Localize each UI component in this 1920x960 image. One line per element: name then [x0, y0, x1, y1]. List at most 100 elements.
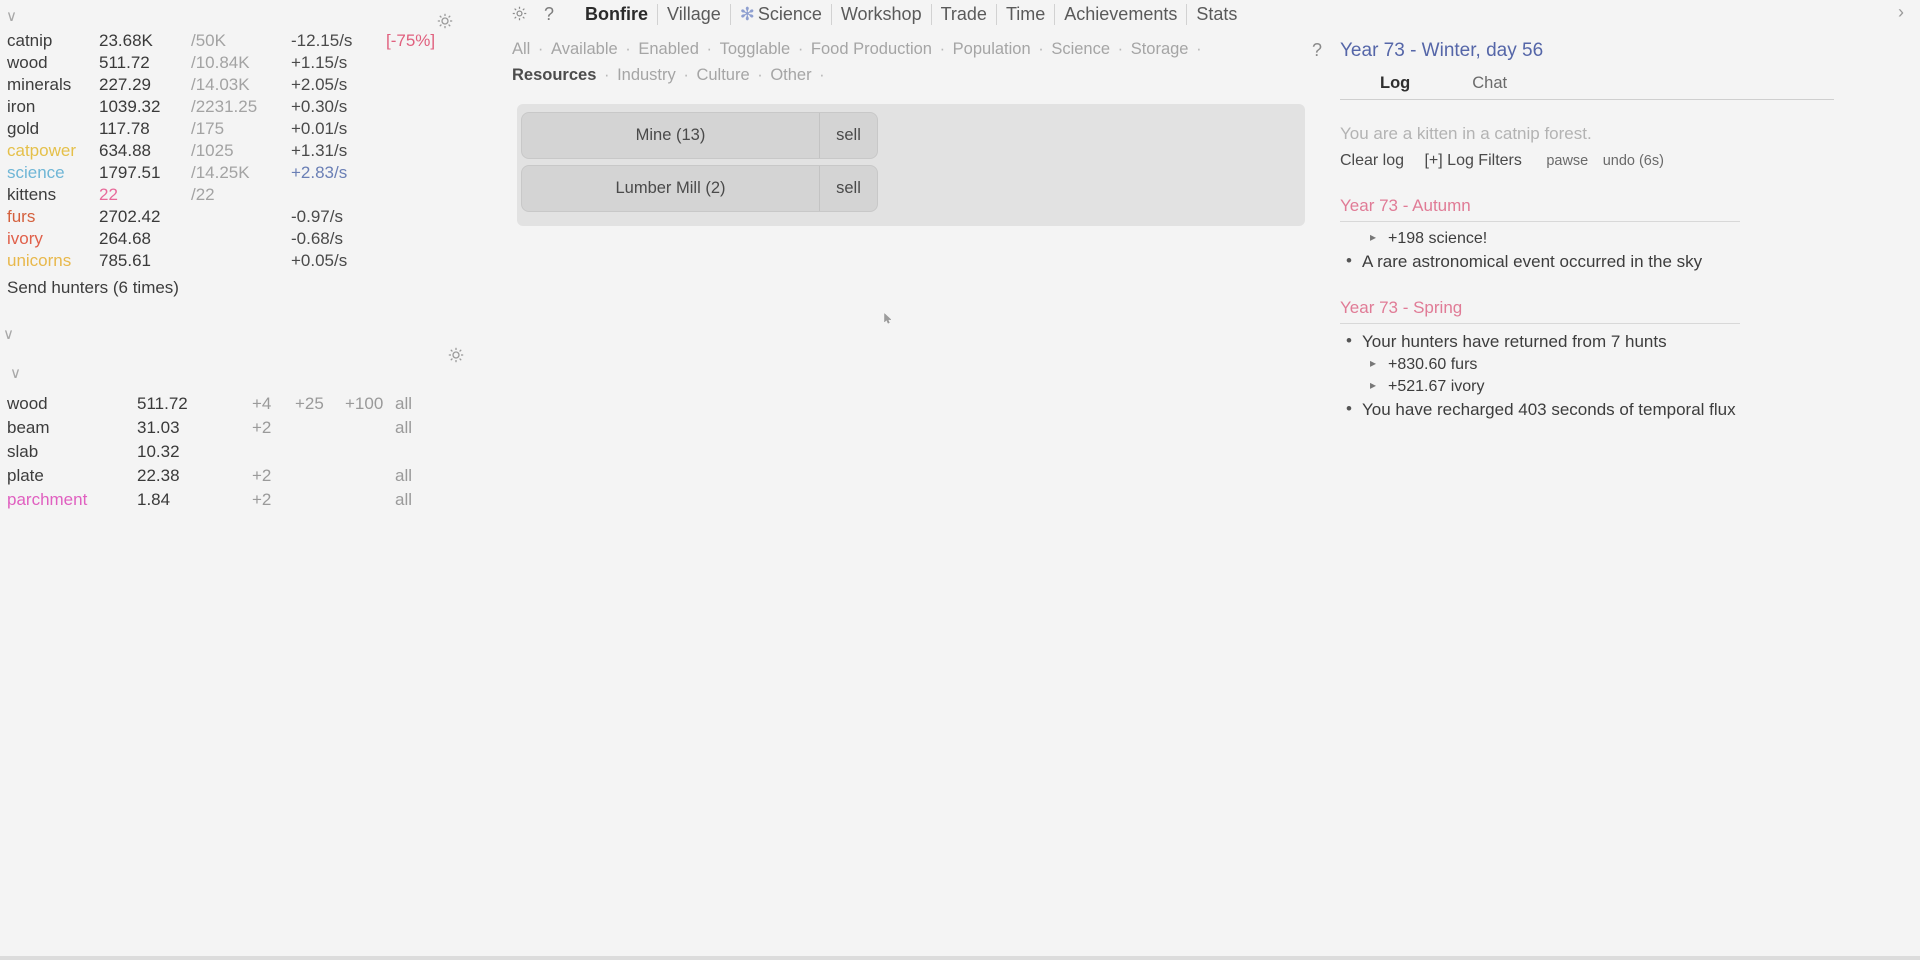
resource-rate: +1.31/s — [291, 140, 386, 162]
tab-label: Workshop — [841, 4, 922, 24]
filter-resources[interactable]: Resources — [512, 66, 596, 84]
craft-button-small[interactable]: +2 — [252, 488, 295, 512]
craft-button-all[interactable]: all — [395, 464, 435, 488]
pawse-button[interactable]: pawse — [1546, 153, 1588, 169]
clear-log-button[interactable]: Clear log — [1340, 152, 1404, 169]
filter-storage[interactable]: Storage — [1131, 40, 1189, 58]
tab-trade[interactable]: Trade — [931, 4, 996, 25]
resource-name: kittens — [0, 184, 99, 206]
craft-name: slab — [0, 440, 137, 464]
resource-name: furs — [0, 206, 99, 228]
resource-max: /14.03K — [191, 74, 291, 96]
craft-button-medium[interactable] — [295, 416, 345, 440]
log-entry: +198 science! — [1340, 228, 1900, 250]
tab-label: Village — [667, 4, 721, 24]
craft-button-large[interactable] — [345, 488, 395, 512]
chevron-down-icon[interactable]: ∨ — [6, 8, 17, 25]
log-tab-log[interactable]: Log — [1380, 74, 1410, 99]
resource-rate: +0.30/s — [291, 96, 386, 118]
building-sell-button[interactable]: sell — [819, 166, 877, 211]
filter-separator: · — [618, 40, 639, 58]
tab-label: Science — [758, 4, 822, 24]
craft-button-medium[interactable]: +25 — [295, 392, 345, 416]
send-hunters-button[interactable]: Send hunters (6 times) — [0, 272, 500, 298]
tab-time[interactable]: Time — [996, 4, 1054, 25]
help-icon[interactable]: ? — [1312, 40, 1322, 61]
craft-button-large[interactable] — [345, 464, 395, 488]
craft-button-small[interactable]: +2 — [252, 416, 295, 440]
resource-name: gold — [0, 118, 99, 140]
filter-separator: · — [812, 66, 828, 84]
filter-industry[interactable]: Industry — [617, 66, 676, 84]
resource-max: /175 — [191, 118, 291, 140]
craft-button-small[interactable]: +4 — [252, 392, 295, 416]
filter-separator: · — [530, 40, 551, 58]
tab-stats[interactable]: Stats — [1186, 4, 1246, 25]
filter-togglable[interactable]: Togglable — [720, 40, 791, 58]
resource-modifier — [386, 162, 466, 184]
log-tab-chat[interactable]: Chat — [1472, 74, 1507, 99]
tab-label: Stats — [1196, 4, 1237, 24]
resource-value: 23.68K — [99, 30, 191, 52]
tab-bonfire[interactable]: Bonfire — [576, 4, 657, 25]
building-button[interactable]: Mine (13)sell — [521, 112, 878, 159]
calendar-label[interactable]: Year 73 - Winter, day 56 — [1340, 0, 1900, 62]
resource-rate: -0.68/s — [291, 228, 386, 250]
resource-row: catnip23.68K/50K-12.15/s[-75%] — [0, 30, 466, 52]
building-label: Mine (13) — [522, 126, 819, 145]
gear-icon[interactable] — [512, 5, 530, 26]
resource-max: /14.25K — [191, 162, 291, 184]
craft-button-all[interactable] — [395, 440, 435, 464]
tab-workshop[interactable]: Workshop — [831, 4, 931, 25]
craft-button-medium[interactable] — [295, 440, 345, 464]
filter-separator: · — [790, 40, 811, 58]
craft-button-large[interactable] — [345, 416, 395, 440]
resource-rate: -0.97/s — [291, 206, 386, 228]
filter-science[interactable]: Science — [1051, 40, 1110, 58]
craft-row: wood511.72+4+25+100all — [0, 392, 435, 416]
craft-name: wood — [0, 392, 137, 416]
bottom-scrollbar[interactable] — [0, 956, 1920, 960]
log-entry: You have recharged 403 seconds of tempor… — [1340, 398, 1900, 422]
filter-separator: · — [1110, 40, 1131, 58]
scroll-right-arrow[interactable]: › — [1898, 2, 1904, 23]
resource-max: /50K — [191, 30, 291, 52]
gear-icon[interactable] — [448, 347, 464, 363]
building-sell-button[interactable]: sell — [819, 113, 877, 158]
filter-enabled[interactable]: Enabled — [638, 40, 699, 58]
chevron-down-icon[interactable]: ∨ — [10, 365, 21, 382]
craft-button-large[interactable]: +100 — [345, 392, 395, 416]
filter-culture[interactable]: Culture — [696, 66, 749, 84]
craft-button-medium[interactable] — [295, 464, 345, 488]
craft-button-all[interactable]: all — [395, 416, 435, 440]
craft-button-small[interactable]: +2 — [252, 464, 295, 488]
log-entry: A rare astronomical event occurred in th… — [1340, 250, 1900, 274]
building-button[interactable]: Lumber Mill (2)sell — [521, 165, 878, 212]
tab-village[interactable]: Village — [657, 4, 730, 25]
resource-rate: -12.15/s — [291, 30, 386, 52]
gear-icon[interactable] — [437, 13, 453, 29]
craft-button-medium[interactable] — [295, 488, 345, 512]
filter-available[interactable]: Available — [551, 40, 618, 58]
filter-separator: · — [1031, 40, 1052, 58]
help-icon[interactable]: ? — [544, 4, 554, 25]
craft-button-all[interactable]: all — [395, 488, 435, 512]
craft-button-all[interactable]: all — [395, 392, 435, 416]
resource-modifier — [386, 52, 466, 74]
tab-science[interactable]: ✻Science — [730, 4, 831, 25]
tab-achievements[interactable]: Achievements — [1054, 4, 1186, 25]
log-filters-button[interactable]: [+] Log Filters — [1424, 152, 1521, 169]
filter-food-production[interactable]: Food Production — [811, 40, 932, 58]
resource-row: catpower634.88/1025+1.31/s — [0, 140, 466, 162]
filter-all[interactable]: All — [512, 40, 530, 58]
main-panel: ? Bonfire Village ✻Science Workshop TradeTime… — [512, 0, 1302, 226]
undo-button[interactable]: undo (6s) — [1603, 153, 1664, 169]
resource-row: unicorns785.61+0.05/s — [0, 250, 466, 272]
craft-button-small[interactable] — [252, 440, 295, 464]
resource-row: ivory264.68-0.68/s — [0, 228, 466, 250]
resource-row: iron1039.32/2231.25+0.30/s — [0, 96, 466, 118]
filter-population[interactable]: Population — [953, 40, 1031, 58]
craft-button-large[interactable] — [345, 440, 395, 464]
filter-other[interactable]: Other — [770, 66, 811, 84]
chevron-down-icon[interactable]: ∨ — [3, 326, 14, 343]
